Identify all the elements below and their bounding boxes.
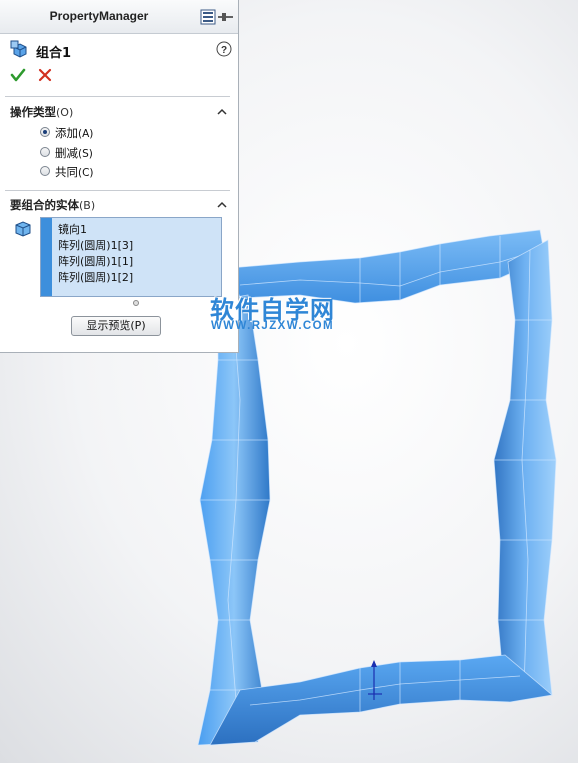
operation-type-title[interactable]: 操作类型(O) [10,104,73,120]
close-icon [38,68,52,82]
radio-label: 共同 [55,165,78,179]
list-item[interactable]: 阵列(圆周)1[2] [58,269,133,285]
radio-dot [40,166,50,176]
pin-icon[interactable] [200,9,234,25]
chevron-up-icon[interactable] [217,108,227,115]
list-item[interactable]: 阵列(圆周)1[1] [58,253,133,269]
radio-dot [40,147,50,157]
radio-subtract[interactable]: 删减(S) [40,145,160,161]
divider [5,96,230,97]
section-hotkey: (B) [79,199,96,212]
bodies-section-title[interactable]: 要组合的实体(B) [10,197,95,213]
radio-add[interactable]: 添加(A) [40,125,160,141]
radio-common[interactable]: 共同(C) [40,164,160,180]
radio-label: 删减 [55,146,78,160]
section-hotkey: (O) [56,106,74,119]
divider [5,190,230,191]
show-preview-button[interactable]: 显示预览(P) [71,316,161,336]
radio-dot [40,127,50,137]
solid-body-icon [15,221,31,237]
chevron-up-icon[interactable] [217,201,227,208]
cancel-button[interactable] [38,68,52,82]
panel-header: PropertyManager [0,0,238,34]
feature-name: 组合1 [36,46,72,61]
section-label: 操作类型 [10,105,56,119]
checkmark-icon [10,68,26,82]
selection-active-bar [41,218,52,296]
watermark-url: WWW.RJZXW.COM [211,320,334,332]
section-label: 要组合的实体 [10,198,79,212]
combine-feature-icon [10,40,27,58]
list-resize-handle[interactable] [133,300,139,306]
radio-hotkey: (C) [78,167,94,179]
radio-hotkey: (A) [78,128,94,140]
panel-title: PropertyManager [49,9,149,23]
bodies-selection-list[interactable]: 镜向1 阵列(圆周)1[3] 阵列(圆周)1[1] 阵列(圆周)1[2] [40,217,222,297]
radio-label: 添加 [55,126,78,140]
property-manager-panel: PropertyManager 组合1 ? 操作类型(O) 添加(A) 删减(S… [0,0,239,353]
list-item[interactable]: 阵列(圆周)1[3] [58,237,133,253]
ok-button[interactable] [10,67,26,83]
list-item[interactable]: 镜向1 [58,221,87,237]
question-icon[interactable]: ? [216,41,232,57]
radio-hotkey: (S) [78,148,93,160]
feature-row: 组合1 ? [10,40,232,61]
svg-text:?: ? [221,45,227,56]
